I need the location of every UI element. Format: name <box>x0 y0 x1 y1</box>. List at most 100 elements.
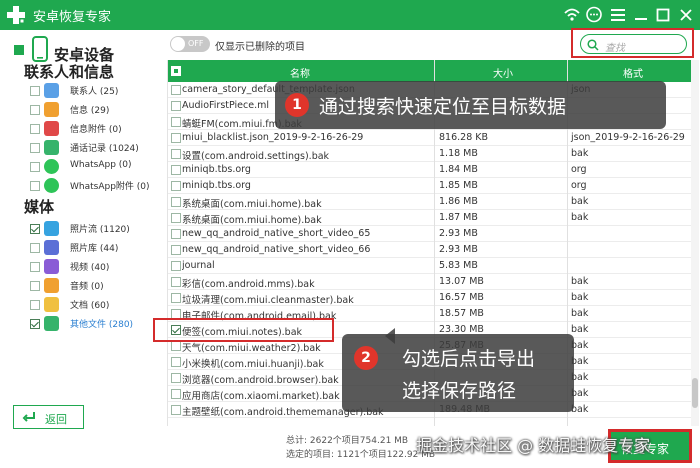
header-format[interactable]: 格式 <box>623 65 643 80</box>
deleted-only-label: 仅显示已删除的项目 <box>215 42 305 53</box>
header-name[interactable]: 名称 <box>290 65 310 80</box>
sidebar-item-call-log[interactable]: 通话记录 (1024) <box>30 139 155 157</box>
device-checkbox[interactable] <box>14 45 24 55</box>
deleted-only-toggle[interactable]: OFF <box>170 36 210 52</box>
item-checkbox[interactable] <box>30 319 40 329</box>
item-checkbox[interactable] <box>30 262 40 272</box>
table-row[interactable]: journal 5.83 MB <box>168 258 691 274</box>
sidebar-item-whatsapp-attachments[interactable]: WhatsApp附件 (0) <box>30 177 155 195</box>
back-button[interactable]: 返回 <box>13 405 84 429</box>
sidebar-item-label: WhatsApp附件 (0) <box>70 182 150 192</box>
row-checkbox[interactable] <box>171 165 181 175</box>
file-name-cell: new_qq_android_native_short_video_66 <box>182 244 371 255</box>
sidebar-item-audio[interactable]: 音频 (0) <box>30 277 155 295</box>
file-size-cell: 1.84 MB <box>439 164 478 175</box>
row-checkbox[interactable] <box>171 357 181 367</box>
table-row[interactable]: miniqb.tbs.org 1.84 MB org <box>168 162 691 178</box>
row-checkbox[interactable] <box>171 181 181 191</box>
select-all-checkbox[interactable] <box>171 66 181 76</box>
table-row[interactable]: new_qq_android_native_short_video_65 2.93… <box>168 226 691 242</box>
row-checkbox[interactable] <box>171 213 181 223</box>
close-icon[interactable] <box>677 6 695 24</box>
scrollbar-thumb[interactable] <box>692 378 698 408</box>
whatsapp-attachment-icon <box>44 178 59 193</box>
photo-stream-icon <box>44 221 59 236</box>
file-size-cell: 1.85 MB <box>439 180 478 191</box>
row-checkbox[interactable] <box>171 85 181 95</box>
attachment-icon <box>44 121 59 136</box>
file-name-cell: journal <box>182 260 215 271</box>
row-checkbox[interactable] <box>171 149 181 159</box>
phone-icon <box>32 36 48 62</box>
row-checkbox[interactable] <box>171 341 181 351</box>
other-files-icon <box>44 316 59 331</box>
sidebar-item-label: 视频 (40) <box>70 263 110 273</box>
back-button-label: 返回 <box>45 414 67 426</box>
maximize-icon[interactable] <box>654 6 672 24</box>
row-checkbox[interactable] <box>171 229 181 239</box>
row-checkbox[interactable] <box>171 117 181 127</box>
sidebar-item-documents[interactable]: 文档 (60) <box>30 296 155 314</box>
row-checkbox[interactable] <box>171 293 181 303</box>
minimize-icon[interactable] <box>632 6 650 24</box>
item-checkbox[interactable] <box>30 300 40 310</box>
video-icon <box>44 259 59 274</box>
item-checkbox[interactable] <box>30 224 40 234</box>
file-size-cell: 5.83 MB <box>439 260 478 271</box>
table-row[interactable]: new_qq_android_native_short_video_66 2.93… <box>168 242 691 258</box>
audio-icon <box>44 278 59 293</box>
sidebar-item-videos[interactable]: 视频 (40) <box>30 258 155 276</box>
table-row[interactable]: miniqb.tbs.org 1.85 MB org <box>168 178 691 194</box>
sidebar-item-other-files[interactable]: 其他文件 (280) <box>30 315 155 333</box>
call-log-icon <box>44 140 59 155</box>
item-checkbox[interactable] <box>30 162 40 172</box>
wifi-icon[interactable] <box>563 6 581 24</box>
table-row[interactable]: 彩信(com.android.mms).bak 13.07 MB bak <box>168 274 691 290</box>
message-icon[interactable] <box>585 6 603 24</box>
item-checkbox[interactable] <box>30 105 40 115</box>
header-size[interactable]: 大小 <box>493 65 513 80</box>
sidebar-item-photo-stream[interactable]: 照片流 (1120) <box>30 220 155 238</box>
item-checkbox[interactable] <box>30 86 40 96</box>
row-checkbox[interactable] <box>171 389 181 399</box>
table-row[interactable]: 系统桌面(com.miui.home).bak 1.86 MB bak <box>168 194 691 210</box>
sidebar-item-contacts[interactable]: 联系人 (25) <box>30 82 155 100</box>
sidebar-item-label: WhatsApp (0) <box>70 160 132 170</box>
sidebar-item-label: 照片流 (1120) <box>70 225 130 235</box>
row-checkbox[interactable] <box>171 197 181 207</box>
app-logo-icon <box>7 6 25 24</box>
row-checkbox[interactable] <box>171 261 181 271</box>
table-row[interactable]: 垃圾清理(com.miui.cleanmaster).bak 16.57 MB ba… <box>168 290 691 306</box>
row-checkbox[interactable] <box>171 373 181 383</box>
table-row[interactable]: miui_blacklist.json_2019-9-2-16-26-29 816… <box>168 130 691 146</box>
whatsapp-icon <box>44 159 59 174</box>
file-size-cell: 816.28 KB <box>439 132 489 143</box>
row-checkbox[interactable] <box>171 133 181 143</box>
table-scrollbar[interactable] <box>691 60 699 426</box>
item-checkbox[interactable] <box>30 243 40 253</box>
file-name-cell: 设置(com.android.settings).bak <box>182 151 330 162</box>
row-checkbox[interactable] <box>171 405 181 415</box>
file-format-cell: bak <box>571 308 589 319</box>
table-row[interactable]: 系统桌面(com.miui.home).bak 1.87 MB bak <box>168 210 691 226</box>
item-checkbox[interactable] <box>30 281 40 291</box>
photo-library-icon <box>44 240 59 255</box>
table-row[interactable]: 设置(com.android.settings).bak 1.18 MB bak <box>168 146 691 162</box>
row-checkbox[interactable] <box>171 245 181 255</box>
sidebar-item-photo-library[interactable]: 照片库 (44) <box>30 239 155 257</box>
item-checkbox[interactable] <box>30 124 40 134</box>
item-checkbox[interactable] <box>30 181 40 191</box>
toggle-knob <box>171 37 185 51</box>
item-checkbox[interactable] <box>30 143 40 153</box>
messages-icon <box>44 102 59 117</box>
title-bar: 安卓恢复专家 <box>0 0 700 30</box>
row-checkbox[interactable] <box>171 101 181 111</box>
table-header: 名称 大小 格式 <box>168 60 691 82</box>
sidebar-item-attachments[interactable]: 信息附件 (0) <box>30 120 155 138</box>
row-checkbox[interactable] <box>171 277 181 287</box>
sidebar-item-whatsapp[interactable]: WhatsApp (0) <box>30 158 155 176</box>
menu-icon[interactable] <box>609 6 627 24</box>
sidebar-item-messages[interactable]: 信息 (29) <box>30 101 155 119</box>
contacts-icon <box>44 83 59 98</box>
section-media-title: 媒体 <box>24 198 55 216</box>
